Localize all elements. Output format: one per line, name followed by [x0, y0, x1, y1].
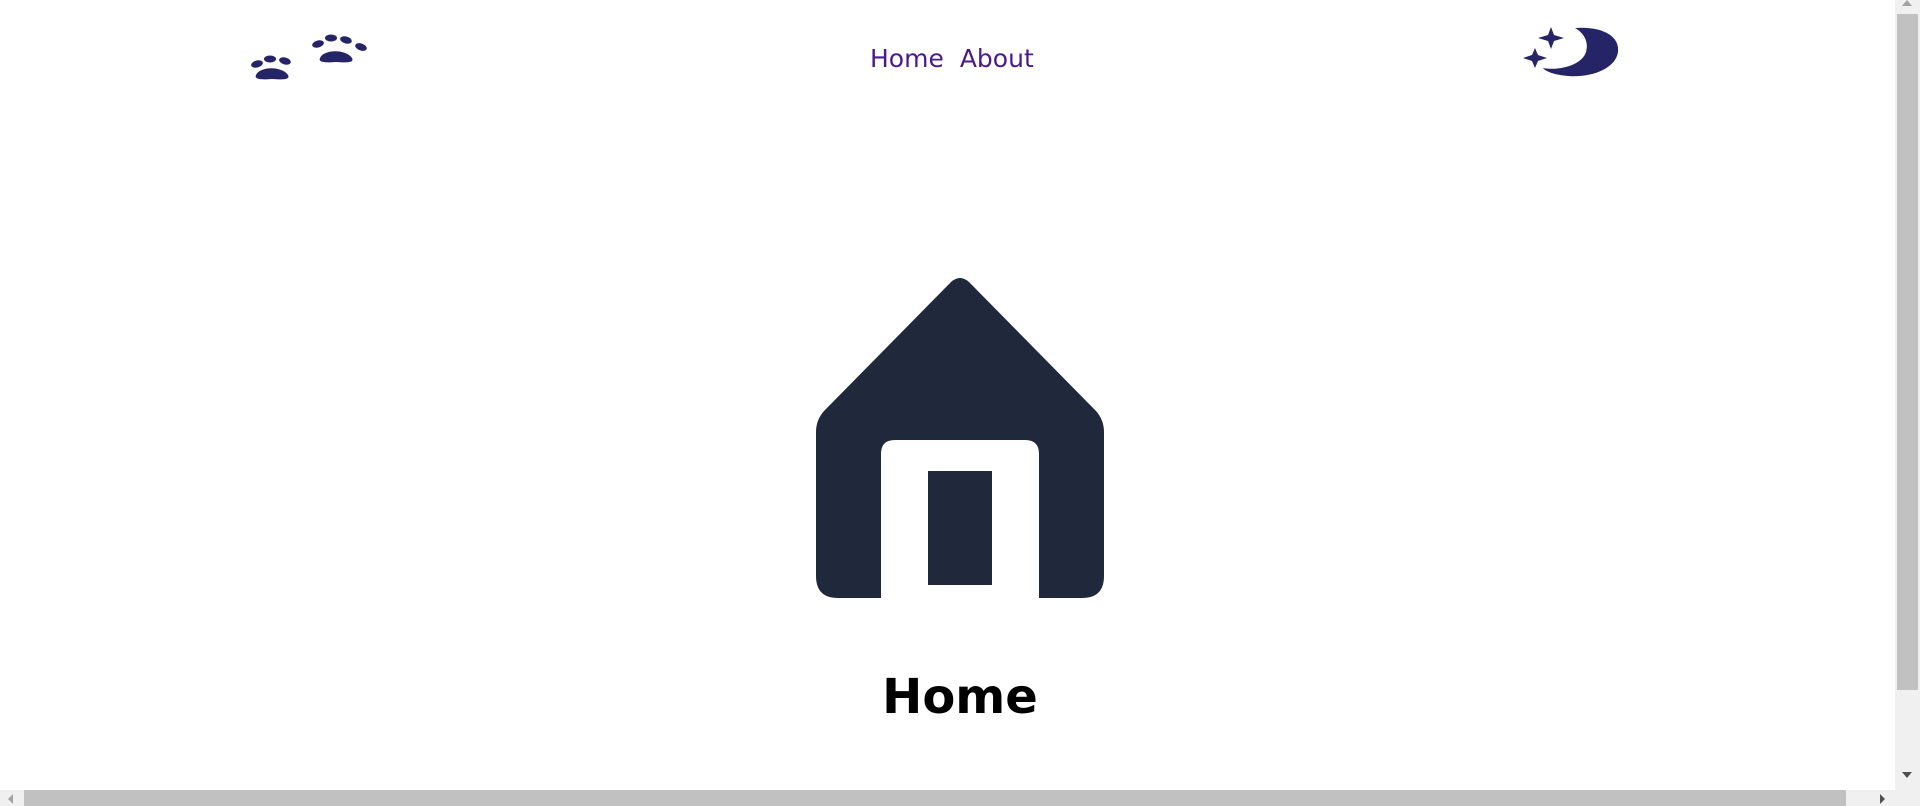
nav-link-home[interactable]: Home [870, 42, 944, 76]
page-viewport: Home About Home [0, 0, 1895, 790]
scroll-up-icon[interactable] [1902, 0, 1912, 6]
vertical-scrollbar[interactable] [1895, 0, 1920, 790]
paw-prints-icon[interactable] [246, 28, 376, 86]
scroll-right-icon[interactable] [1880, 794, 1885, 804]
house-icon [814, 276, 1106, 600]
scrollbar-corner [1895, 790, 1920, 806]
scroll-down-icon[interactable] [1902, 772, 1912, 778]
site-header: Home About [0, 0, 1895, 120]
page-title: Home [882, 669, 1038, 725]
scroll-left-icon[interactable] [8, 794, 13, 804]
main-nav: Home About [870, 42, 1034, 76]
moon-stars-icon[interactable] [1510, 20, 1630, 82]
horizontal-scrollbar[interactable] [0, 790, 1895, 806]
nav-link-about[interactable]: About [960, 42, 1034, 76]
horizontal-scroll-thumb[interactable] [24, 790, 1846, 806]
vertical-scroll-thumb[interactable] [1897, 14, 1918, 690]
